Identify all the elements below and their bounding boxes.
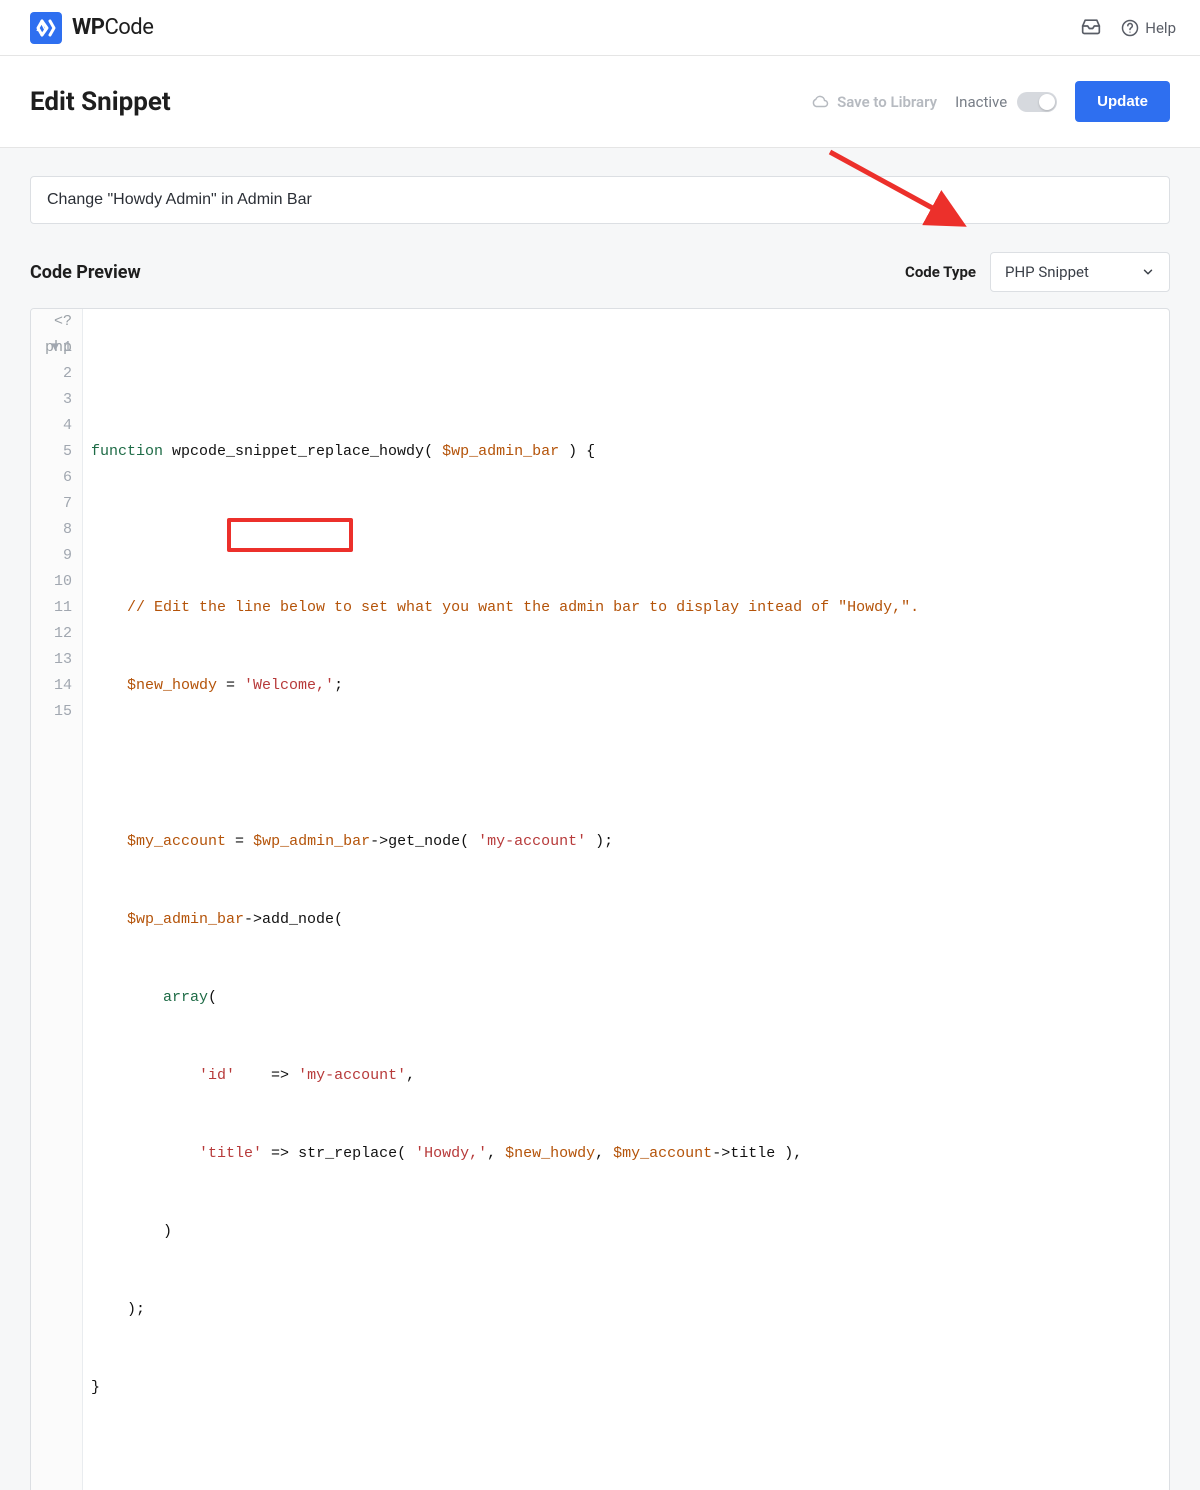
cloud-icon bbox=[811, 93, 829, 111]
code-editor[interactable]: <?php ▾1 2 3 4 5 6 7 8 9 10 11 12 13 14 … bbox=[30, 308, 1170, 1490]
line-number: 12 bbox=[54, 625, 72, 642]
line-number: 5 bbox=[63, 443, 72, 460]
code-type-group: Code Type PHP Snippet bbox=[905, 252, 1170, 292]
brand-logo-icon bbox=[30, 12, 62, 44]
line-number: 6 bbox=[63, 469, 72, 486]
editor-gutter: <?php ▾1 2 3 4 5 6 7 8 9 10 11 12 13 14 … bbox=[31, 309, 83, 1490]
code-type-select[interactable]: PHP Snippet bbox=[990, 252, 1170, 292]
edit-actions: Save to Library Inactive Update bbox=[811, 81, 1170, 122]
brand-name-bold: WP bbox=[72, 15, 104, 40]
main: Code Preview Code Type PHP Snippet <?php… bbox=[0, 148, 1200, 1490]
brand: WPCode bbox=[30, 12, 153, 44]
help-link[interactable]: Help bbox=[1121, 19, 1176, 37]
line-number: 13 bbox=[54, 651, 72, 668]
line-number: 2 bbox=[63, 365, 72, 382]
line-number: 1 bbox=[63, 339, 72, 356]
brand-name: WPCode bbox=[72, 15, 153, 40]
active-toggle[interactable] bbox=[1017, 92, 1057, 112]
line-number: 10 bbox=[54, 573, 72, 590]
page-title: Edit Snippet bbox=[30, 87, 171, 117]
code-type-value: PHP Snippet bbox=[1005, 263, 1089, 281]
brand-name-thin: Code bbox=[104, 15, 153, 40]
snippet-title-input[interactable] bbox=[30, 176, 1170, 224]
save-to-library-button[interactable]: Save to Library bbox=[811, 93, 937, 111]
line-number: 14 bbox=[54, 677, 72, 694]
line-number: 7 bbox=[63, 495, 72, 512]
line-number: 8 bbox=[63, 521, 72, 538]
status-label: Inactive bbox=[955, 93, 1007, 111]
update-button[interactable]: Update bbox=[1075, 81, 1170, 122]
line-number: 11 bbox=[54, 599, 72, 616]
help-icon bbox=[1121, 19, 1139, 37]
chevron-down-icon bbox=[1141, 265, 1155, 279]
line-number: 15 bbox=[54, 703, 72, 720]
top-bar: WPCode Help bbox=[0, 0, 1200, 56]
code-type-row: Code Preview Code Type PHP Snippet bbox=[30, 252, 1170, 292]
code-type-label: Code Type bbox=[905, 263, 976, 281]
status-group: Inactive bbox=[955, 92, 1057, 112]
inbox-icon[interactable] bbox=[1081, 16, 1101, 40]
code-content[interactable]: function wpcode_snippet_replace_howdy( $… bbox=[83, 309, 1169, 1490]
line-number: 3 bbox=[63, 391, 72, 408]
save-to-library-label: Save to Library bbox=[837, 93, 937, 111]
line-number: 9 bbox=[63, 547, 72, 564]
code-preview-heading: Code Preview bbox=[30, 262, 141, 283]
top-actions: Help bbox=[1081, 16, 1176, 40]
help-label: Help bbox=[1145, 19, 1176, 37]
line-number: 4 bbox=[63, 417, 72, 434]
edit-header: Edit Snippet Save to Library Inactive Up… bbox=[0, 56, 1200, 148]
